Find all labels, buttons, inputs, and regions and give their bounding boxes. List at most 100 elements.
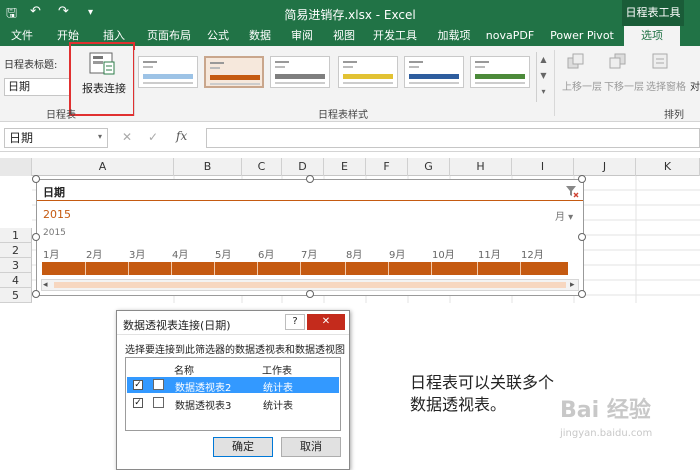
timeline-style-1[interactable] (138, 56, 198, 88)
tab-developer[interactable]: 开发工具 (370, 26, 420, 46)
formula-input[interactable] (206, 128, 700, 148)
column-header[interactable]: D (282, 158, 324, 176)
resize-handle[interactable] (32, 175, 40, 183)
timeline-style-5[interactable] (404, 56, 464, 88)
bring-forward-button[interactable]: 上移一层 (562, 78, 602, 93)
month-tile[interactable] (521, 262, 568, 275)
resize-handle[interactable] (306, 290, 314, 298)
selection-pane-icon[interactable] (650, 52, 670, 70)
column-header[interactable]: A (32, 158, 174, 176)
dialog-titlebar: 数据透视表连接(日期) ? ✕ (117, 311, 349, 335)
timeline-header-rule (37, 200, 583, 201)
connection-checkbox[interactable]: ✓ (133, 398, 143, 408)
month-tile[interactable] (478, 262, 521, 275)
watermark-brand: Bai 经验 (560, 398, 651, 423)
timeline-style-6[interactable] (470, 56, 530, 88)
clear-filter-icon[interactable] (565, 184, 579, 198)
time-level-dropdown[interactable]: 月 ▾ (555, 208, 573, 223)
row-header[interactable]: 3 (0, 258, 32, 273)
month-label: 12月 (521, 250, 544, 261)
month-tile[interactable] (389, 262, 432, 275)
select-all[interactable] (0, 158, 32, 176)
resize-handle[interactable] (306, 175, 314, 183)
scroll-thumb[interactable] (54, 282, 566, 288)
row-header[interactable]: 2 (0, 243, 32, 258)
column-header[interactable]: K (636, 158, 700, 176)
month-label: 1月 (43, 250, 60, 261)
group-separator (134, 50, 135, 116)
month-tile[interactable] (129, 262, 172, 275)
list-item[interactable]: ✓ 数据透视表3 统计表 (127, 395, 339, 412)
name-box[interactable]: 日期 (4, 128, 108, 148)
column-header[interactable]: E (324, 158, 366, 176)
column-header[interactable]: J (574, 158, 636, 176)
column-header[interactable]: C (242, 158, 282, 176)
cancel-button[interactable]: 取消 (281, 437, 341, 457)
timeline-style-2-selected[interactable] (204, 56, 264, 88)
ok-button[interactable]: 确定 (213, 437, 273, 457)
column-name-header: 名称 (174, 366, 194, 377)
tab-review[interactable]: 审阅 (288, 26, 316, 46)
watermark-url: jingyan.baidu.com (560, 428, 653, 439)
resize-handle[interactable] (578, 290, 586, 298)
column-header[interactable]: G (408, 158, 450, 176)
tab-page-layout[interactable]: 页面布局 (142, 26, 196, 46)
caption-input[interactable]: 日期 (4, 78, 70, 96)
list-item-selected[interactable]: ✓ 数据透视表2 统计表 (127, 377, 339, 394)
column-headers: A B C D E F G H I J K (0, 158, 700, 176)
gallery-scroll[interactable]: ▲ ▼ ▾ (536, 52, 550, 102)
resize-handle[interactable] (578, 233, 586, 241)
scroll-left-icon[interactable]: ◂ (43, 280, 48, 290)
send-backward-icon[interactable] (608, 52, 628, 70)
month-tile[interactable] (86, 262, 129, 275)
row-header[interactable]: 5 (0, 288, 32, 303)
month-label: 3月 (129, 250, 146, 261)
connection-checkbox[interactable]: ✓ (133, 380, 143, 390)
scroll-right-icon[interactable]: ▸ (570, 280, 575, 290)
month-tile[interactable] (346, 262, 389, 275)
report-connections-icon[interactable] (84, 52, 118, 78)
month-tile[interactable] (432, 262, 478, 275)
resize-handle[interactable] (32, 233, 40, 241)
tab-power-pivot[interactable]: Power Pivot (548, 26, 616, 46)
tab-novapdf[interactable]: novaPDF (484, 26, 536, 46)
timeline-slicer[interactable]: 日期 2015 月 ▾ 2015 1月 2月 3月 4月 5月 6月 7月 8月… (32, 175, 586, 298)
tab-addins[interactable]: 加载项 (432, 26, 476, 46)
caption-label: 日程表标题: (4, 60, 58, 71)
enter-icon[interactable]: ✓ (148, 130, 158, 144)
column-header[interactable]: F (366, 158, 408, 176)
formula-bar: 日期 ▾ ✕ ✓ fx (0, 122, 700, 152)
resize-handle[interactable] (578, 175, 586, 183)
insert-function-icon[interactable]: fx (176, 129, 187, 143)
month-tile[interactable] (301, 262, 346, 275)
timeline-style-4[interactable] (338, 56, 398, 88)
column-header[interactable]: B (174, 158, 242, 176)
group-separator (554, 50, 555, 116)
tab-data[interactable]: 数据 (246, 26, 274, 46)
selection-pane-button[interactable]: 选择窗格 (646, 78, 686, 93)
close-button[interactable]: ✕ (307, 314, 345, 330)
month-label: 11月 (478, 250, 501, 261)
resize-handle[interactable] (32, 290, 40, 298)
cancel-icon[interactable]: ✕ (122, 130, 132, 144)
help-button[interactable]: ? (285, 314, 305, 330)
row-header[interactable]: 1 (0, 228, 32, 243)
column-header[interactable]: I (512, 158, 574, 176)
timeline-style-3[interactable] (270, 56, 330, 88)
column-header[interactable]: H (450, 158, 512, 176)
bring-forward-icon[interactable] (566, 52, 586, 70)
month-tile[interactable] (258, 262, 301, 275)
tab-view[interactable]: 视图 (330, 26, 358, 46)
tab-formulas[interactable]: 公式 (204, 26, 232, 46)
tab-file[interactable]: 文件 (4, 26, 40, 46)
send-backward-button[interactable]: 下移一层 (604, 78, 644, 93)
row-header[interactable]: 4 (0, 273, 32, 288)
tab-options[interactable]: 选项 (624, 26, 680, 46)
name-box-dropdown-icon[interactable]: ▾ (98, 132, 102, 141)
month-tile[interactable] (172, 262, 215, 275)
month-tile[interactable] (215, 262, 258, 275)
align-button[interactable]: 对 (690, 78, 700, 93)
connection-list: 名称 工作表 ✓ 数据透视表2 统计表 ✓ 数据透视表3 统计表 (125, 357, 341, 431)
month-tile[interactable] (42, 262, 86, 275)
report-connections-button[interactable]: 报表连接 (82, 80, 126, 96)
